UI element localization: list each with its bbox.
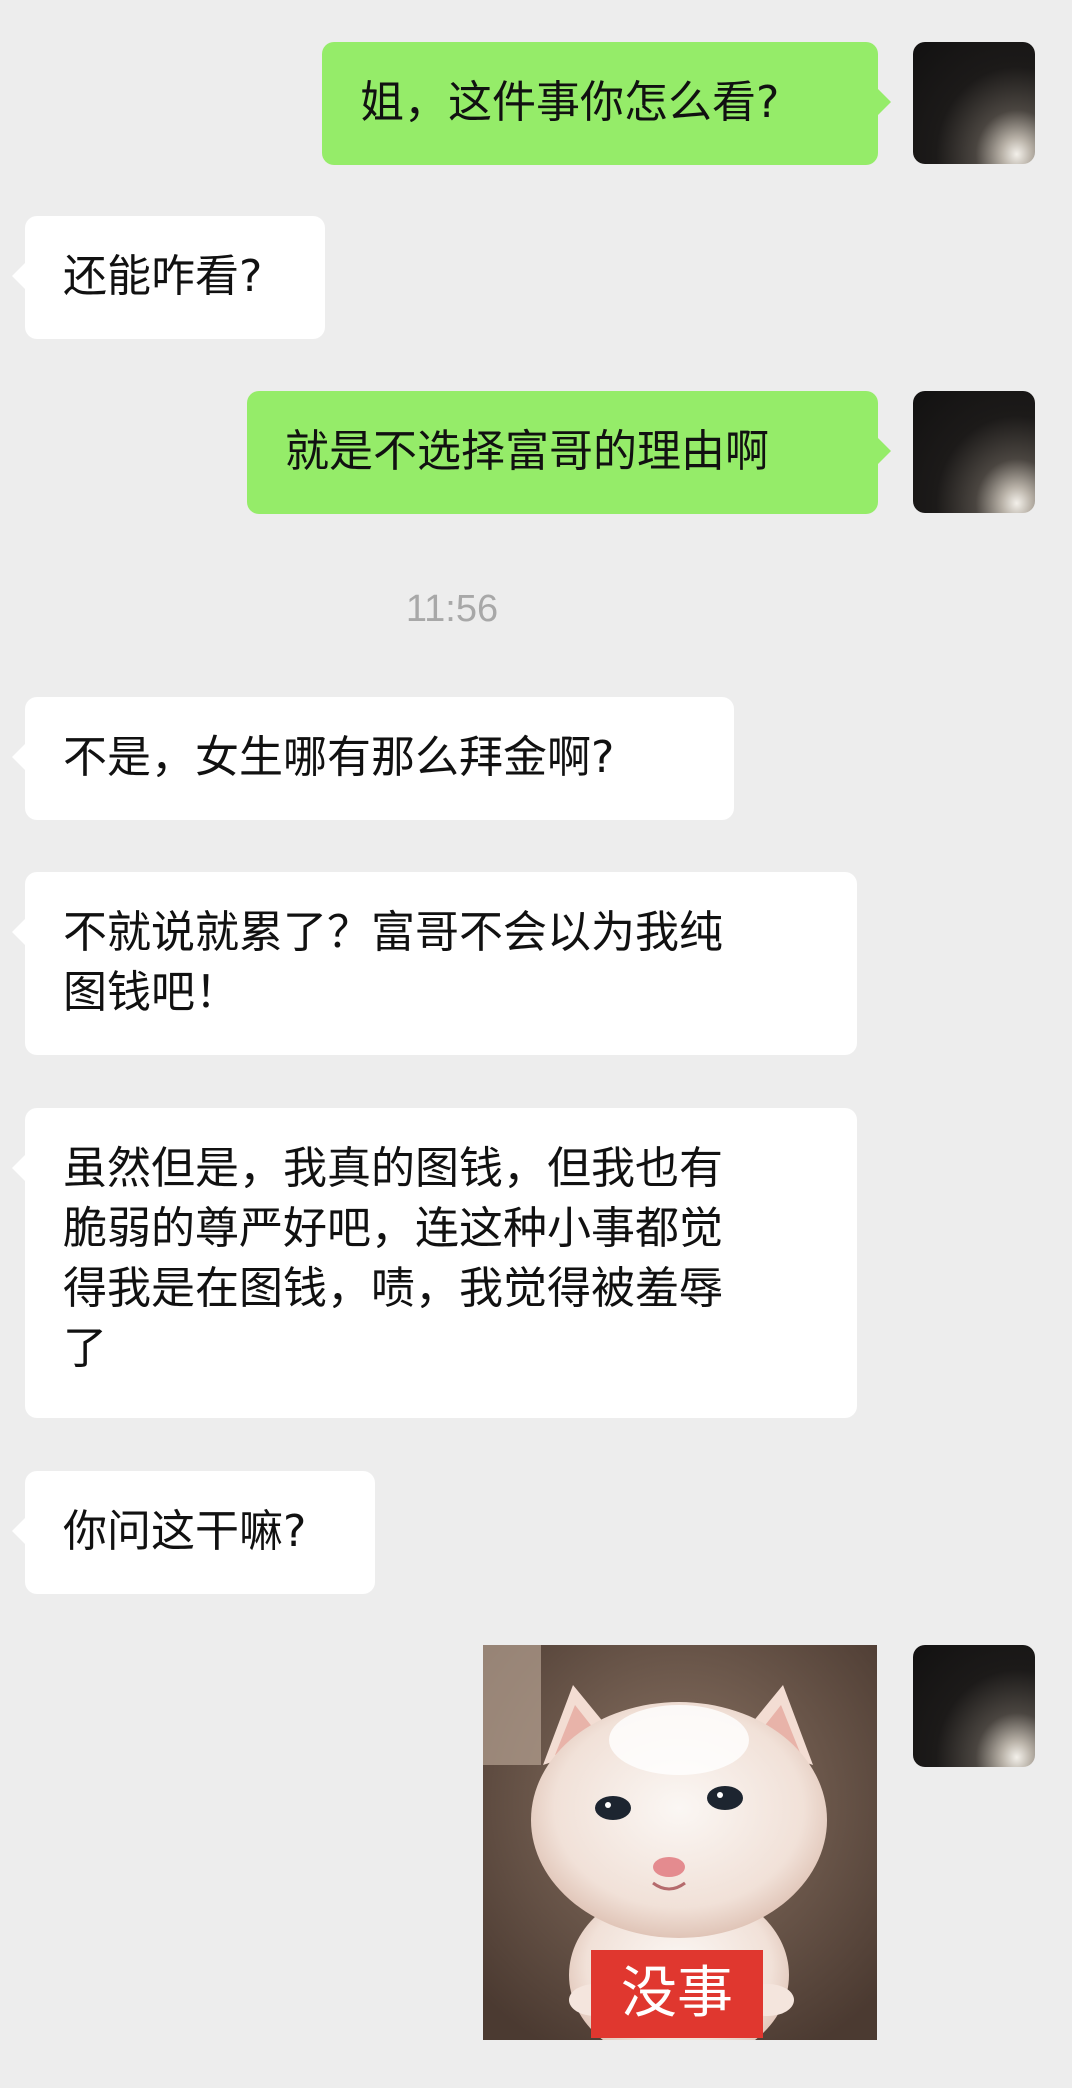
my-avatar[interactable] bbox=[913, 1645, 1035, 1767]
my-avatar[interactable] bbox=[913, 391, 1035, 513]
message-text: 还能咋看? bbox=[63, 251, 263, 302]
their-message-bubble[interactable]: 不是，女生哪有那么拜金啊? bbox=[12, 697, 734, 820]
chat-timestamp: 11:56 bbox=[405, 588, 499, 630]
sticker-caption: 没事 bbox=[591, 1950, 763, 2038]
their-message-bubble[interactable]: 不就说就累了？富哥不会以为我纯 图钱吧！ bbox=[12, 872, 857, 1055]
message-text: 就是不选择富哥的理由啊 bbox=[285, 426, 769, 477]
my-message-bubble[interactable]: 姐，这件事你怎么看? bbox=[322, 42, 891, 165]
my-avatar[interactable] bbox=[913, 42, 1035, 164]
their-message-bubble[interactable]: 你问这干嘛? bbox=[12, 1471, 375, 1594]
message-text: 不是，女生哪有那么拜金啊? bbox=[63, 732, 615, 783]
their-message-bubble[interactable]: 还能咋看? bbox=[12, 216, 325, 339]
their-message-bubble[interactable]: 虽然但是，我真的图钱，但我也有 脆弱的尊严好吧，连这种小事都觉 得我是在图钱，啧… bbox=[12, 1108, 857, 1418]
message-text: 姐，这件事你怎么看? bbox=[360, 77, 780, 128]
message-text: 虽然但是，我真的图钱，但我也有 脆弱的尊严好吧，连这种小事都觉 得我是在图钱，啧… bbox=[63, 1143, 723, 1374]
message-text: 你问这干嘛? bbox=[63, 1506, 307, 1557]
kitten-sticker[interactable]: 没事 bbox=[483, 1645, 877, 2040]
my-message-bubble[interactable]: 就是不选择富哥的理由啊 bbox=[247, 391, 891, 514]
message-text: 不就说就累了？富哥不会以为我纯 图钱吧！ bbox=[63, 907, 723, 1018]
